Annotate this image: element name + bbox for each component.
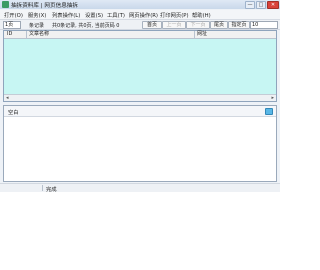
menu-service[interactable]: 服务(X): [28, 11, 46, 19]
menu-help[interactable]: 帮助(H): [192, 11, 211, 19]
menu-open[interactable]: 打开(O): [4, 11, 23, 19]
prev-page-button[interactable]: 上一页: [162, 21, 186, 29]
web-preview-panel[interactable]: 空白: [3, 105, 277, 182]
menu-web-ops[interactable]: 网页操作(R): [129, 11, 158, 19]
app-window: 抽拆资料库 | 网页信息抽拆 — □ ✕ 打开(O) 服务(X) 列表操作(L)…: [0, 0, 280, 193]
column-url[interactable]: 网址: [197, 31, 207, 38]
menu-tools[interactable]: 工具(T): [107, 11, 125, 19]
last-page-button[interactable]: 尾页: [210, 21, 228, 29]
horizontal-scrollbar[interactable]: ◂ ▸: [4, 94, 276, 101]
column-title[interactable]: 文章名称: [29, 31, 49, 38]
status-bar: 完成: [0, 183, 280, 193]
record-summary: 共0条记录, 共0页, 当前页码 0: [52, 23, 120, 29]
scroll-right-icon[interactable]: ▸: [271, 95, 274, 101]
column-divider[interactable]: [26, 31, 27, 38]
pagination-toolbar: 1页 条记录 共0条记录, 共0页, 当前页码 0 首页 上一页 下一页 尾页 …: [0, 20, 280, 30]
preview-toolbar: 空白: [4, 106, 276, 117]
app-icon: [2, 1, 9, 8]
column-id[interactable]: ID: [7, 31, 12, 38]
panel-icon[interactable]: [265, 108, 273, 115]
next-page-button[interactable]: 下一页: [186, 21, 210, 29]
menu-list-ops[interactable]: 列表操作(L): [52, 11, 80, 19]
maximize-button[interactable]: □: [256, 1, 266, 9]
goto-page-button[interactable]: 指定页: [228, 21, 250, 29]
column-divider[interactable]: [194, 31, 195, 38]
grid-header: ID 文章名称 网址: [4, 31, 276, 39]
article-list-grid[interactable]: ID 文章名称 网址 ◂ ▸: [3, 30, 277, 102]
minimize-button[interactable]: —: [245, 1, 255, 9]
status-divider: [42, 185, 43, 191]
page-size-input[interactable]: 1页: [3, 21, 21, 29]
window-title: 抽拆资料库 | 网页信息抽拆: [11, 3, 78, 9]
menu-bar: 打开(O) 服务(X) 列表操作(L) 设置(S) 工具(T) 网页操作(R) …: [0, 10, 280, 20]
menu-print[interactable]: 打印网页(P): [160, 11, 189, 19]
status-text: 完成: [46, 187, 57, 193]
title-bar: 抽拆资料库 | 网页信息抽拆 — □ ✕: [0, 0, 280, 9]
blank-label: 空白: [8, 110, 19, 116]
first-page-button[interactable]: 首页: [142, 21, 162, 29]
scroll-left-icon[interactable]: ◂: [6, 95, 9, 101]
close-button[interactable]: ✕: [267, 1, 279, 9]
record-label: 条记录: [29, 23, 45, 29]
goto-page-input[interactable]: 10: [250, 21, 278, 29]
grid-body[interactable]: [4, 39, 276, 95]
menu-settings[interactable]: 设置(S): [85, 11, 103, 19]
